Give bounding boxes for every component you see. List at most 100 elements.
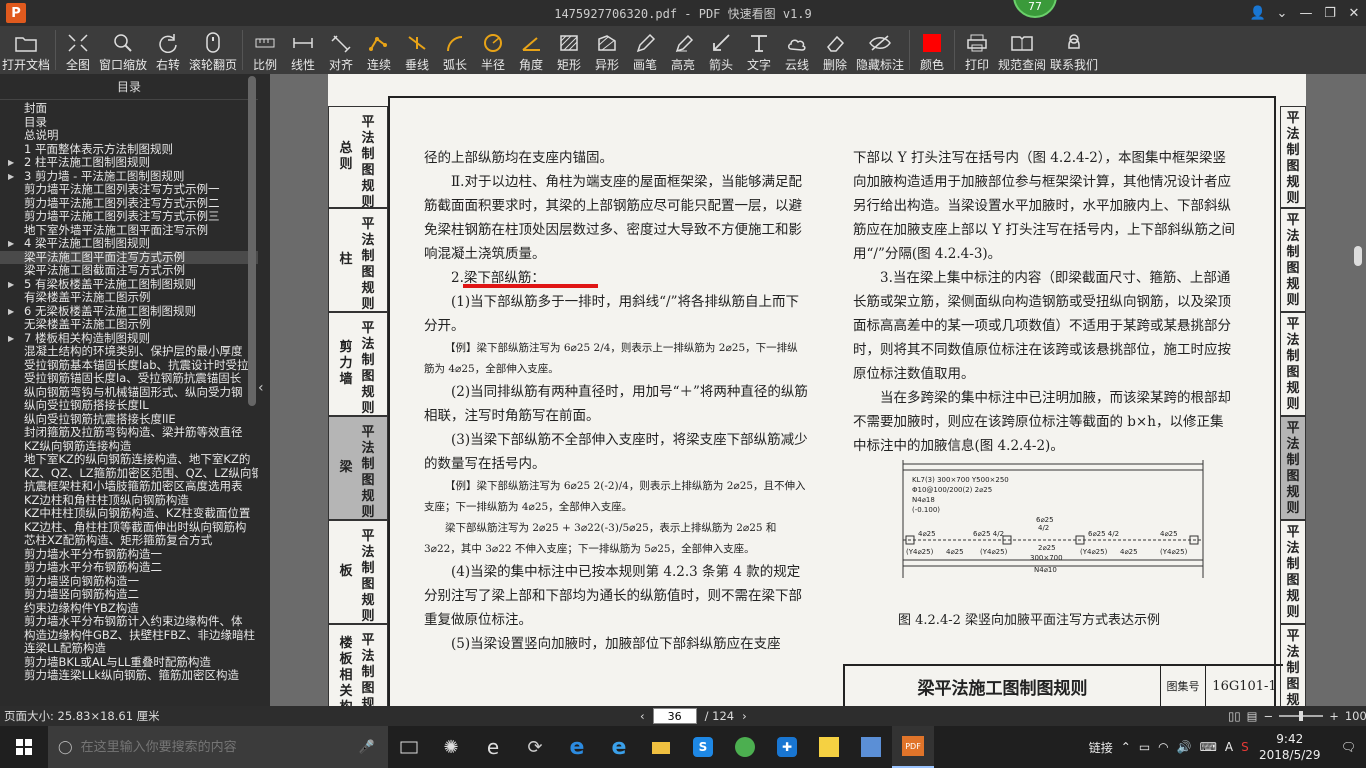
toc-item[interactable]: 剪力墙平法施工图列表注写方式示例一 — [0, 183, 258, 197]
search-input[interactable] — [80, 739, 351, 755]
toolbar-folder-button[interactable]: 打开文档 — [0, 26, 52, 74]
toc-item[interactable]: 2 柱平法施工图制图规则 — [0, 156, 258, 170]
keyboard-icon[interactable]: ⌨ — [1200, 740, 1217, 754]
file-explorer-icon[interactable] — [640, 726, 682, 768]
toc-item[interactable]: 3 剪力墙 - 平法施工图制图规则 — [0, 170, 258, 184]
minimize-button[interactable]: — — [1294, 6, 1318, 21]
ie-old-icon[interactable]: e — [472, 726, 514, 768]
links-toolbar[interactable]: 链接 — [1089, 739, 1113, 756]
toc-item[interactable]: 混凝土结构的环境类别、保护层的最小厚度 — [0, 345, 258, 359]
sogou-tray-icon[interactable]: S — [1241, 740, 1249, 754]
toolbar-perpendicular-button[interactable]: 垂线 — [398, 26, 436, 74]
toc-item[interactable]: KZ边柱、角柱柱顶等截面伸出时纵向钢筋构 — [0, 521, 258, 535]
toc-item[interactable]: 纵向受拉钢筋搭接长度lL — [0, 399, 258, 413]
toc-item[interactable]: 目录 — [0, 116, 258, 130]
internet-explorer-icon[interactable]: e — [598, 726, 640, 768]
clock[interactable]: 9:42 2018/5/29 — [1257, 731, 1323, 763]
swirl-app-icon[interactable]: ⟳ — [514, 726, 556, 768]
toolbar-text-button[interactable]: 文字 — [740, 26, 778, 74]
zoom-out-icon[interactable]: − — [1264, 709, 1274, 723]
section-tab[interactable]: 总则 平法制图规则 — [328, 106, 388, 210]
single-page-view-icon[interactable]: ▤ — [1247, 709, 1258, 723]
toc-item[interactable]: 总说明 — [0, 129, 258, 143]
zoom-in-icon[interactable]: + — [1329, 709, 1339, 723]
toc-item[interactable]: 剪力墙平法施工图列表注写方式示例三 — [0, 210, 258, 224]
toc-item[interactable]: 梁平法施工图平面注写方式示例 — [0, 250, 258, 264]
toc-item[interactable]: 构造边缘构件GBZ、扶壁柱FBZ、非边缘暗柱 — [0, 629, 258, 643]
toc-item[interactable]: 5 有梁板楼盖平法施工图制图规则 — [0, 278, 258, 292]
toc-item[interactable]: KZ、QZ、LZ箍筋加密区范围、QZ、LZ纵向钢 — [0, 467, 258, 481]
toc-item[interactable]: 地下室外墙平法施工图平面注写示例 — [0, 224, 258, 238]
user-icon[interactable]: 👤 — [1246, 6, 1270, 21]
toc-item[interactable]: 剪力墙竖向钢筋构造一 — [0, 575, 258, 589]
toc-item[interactable]: 抗震框架柱和小墙肢箍筋加密区高度选用表 — [0, 480, 258, 494]
toc-item[interactable]: 有梁楼盖平法施工图示例 — [0, 291, 258, 305]
toc-item[interactable]: KZ中柱柱顶纵向钢筋构造、KZ柱变截面位置 — [0, 507, 258, 521]
toc-item[interactable]: KZ边柱和角柱柱顶纵向钢筋构造 — [0, 494, 258, 508]
toc-item[interactable]: 剪力墙平法施工图列表注写方式示例二 — [0, 197, 258, 211]
toolbar-book-button[interactable]: 规范查阅 — [996, 26, 1048, 74]
notes-app-icon[interactable] — [808, 726, 850, 768]
toolbar-continuous-button[interactable]: 连续 — [360, 26, 398, 74]
right-section-tab[interactable]: 平法制图规则 — [1280, 208, 1306, 312]
start-button[interactable] — [0, 726, 48, 768]
toc-item[interactable]: 受拉钢筋锚固长度la、受拉钢筋抗震锚固长 — [0, 372, 258, 386]
toc-item[interactable]: 无梁楼盖平法施工图示例 — [0, 318, 258, 332]
right-section-tab[interactable]: 平法制图规则 — [1280, 106, 1306, 208]
next-page-icon[interactable]: › — [742, 709, 747, 723]
toolbar-rectangle-button[interactable]: 矩形 — [550, 26, 588, 74]
toc-item[interactable]: 封面 — [0, 102, 258, 116]
wifi-icon[interactable]: ◠ — [1158, 740, 1168, 754]
collapse-sidebar-icon[interactable]: ‹ — [258, 380, 264, 396]
toolbar-pen-button[interactable]: 画笔 — [626, 26, 664, 74]
toolbar-align-button[interactable]: 对齐 — [322, 26, 360, 74]
toolbar-eye-button[interactable]: 隐藏标注 — [854, 26, 906, 74]
sidebar-scrollbar[interactable] — [248, 76, 256, 406]
calendar-app-icon[interactable] — [850, 726, 892, 768]
tray-expand-icon[interactable]: ⌃ — [1121, 740, 1131, 754]
blue-app-icon[interactable]: ✚ — [766, 726, 808, 768]
toc-item[interactable]: 剪力墙水平分布钢筋构造二 — [0, 561, 258, 575]
toc-item[interactable]: 约束边缘构件YBZ构造 — [0, 602, 258, 616]
maximize-button[interactable]: ❐ — [1318, 6, 1342, 21]
right-section-tab[interactable]: 平法制图规则 — [1280, 520, 1306, 624]
toolbar-shape-button[interactable]: 异形 — [588, 26, 626, 74]
toolbar-support-button[interactable]: 联系我们 — [1048, 26, 1100, 74]
section-tab[interactable]: 板平法制图规则 — [328, 520, 388, 624]
toc-item[interactable]: 4 梁平法施工图制图规则 — [0, 237, 258, 251]
document-viewer[interactable]: 总则 平法制图规则柱平法制图规则 剪力墙 平法制图规则梁平法制图规则板平法制图规则 楼板… — [270, 74, 1366, 706]
task-view-icon[interactable] — [388, 726, 430, 768]
toc-item[interactable]: 连梁LL配筋构造 — [0, 642, 258, 656]
menu-chevron-icon[interactable]: ⌄ — [1270, 6, 1294, 21]
speed-badge[interactable]: 77 — [1013, 0, 1057, 18]
toolbar-mouse-button[interactable]: 滚轮翻页 — [187, 26, 239, 74]
zoom-slider[interactable] — [1279, 711, 1324, 721]
page-number-input[interactable] — [652, 708, 697, 724]
toc-item[interactable]: 剪力墙水平分布钢筋构造一 — [0, 548, 258, 562]
toc-item[interactable]: 受拉钢筋基本锚固长度lab、抗震设计时受拉 — [0, 359, 258, 373]
pinwheel-app-icon[interactable]: ✺ — [430, 726, 472, 768]
toolbar-angle-button[interactable]: 角度 — [512, 26, 550, 74]
battery-icon[interactable]: ▭ — [1139, 740, 1150, 754]
toc-item[interactable]: 地下室KZ的纵向钢筋连接构造、地下室KZ的 — [0, 453, 258, 467]
toc-item[interactable]: 剪力墙竖向钢筋构造二 — [0, 588, 258, 602]
volume-icon[interactable]: 🔊 — [1177, 740, 1192, 754]
toc-item[interactable]: 纵向钢筋弯钩与机械锚固形式、纵向受力钢 — [0, 386, 258, 400]
toc-item[interactable]: 剪力墙BKL或AL与LL重叠时配筋构造 — [0, 656, 258, 670]
toolbar-fit-button[interactable]: 全图 — [59, 26, 97, 74]
toc-item[interactable]: KZ纵向钢筋连接构造 — [0, 440, 258, 454]
section-tab[interactable]: 剪力墙 平法制图规则 — [328, 312, 388, 416]
section-tab[interactable]: 楼板相关构平法制图规则 — [328, 624, 388, 706]
right-section-tab[interactable]: 平法制图规则 — [1280, 624, 1306, 706]
taskbar-search[interactable]: ◯ 🎤 — [48, 726, 388, 768]
toc-item[interactable]: 纵向受拉钢筋抗震搭接长度llE — [0, 413, 258, 427]
toolbar-rotate-button[interactable]: 右转 — [149, 26, 187, 74]
toc-item[interactable]: 梁平法施工图截面注写方式示例 — [0, 264, 258, 278]
toolbar-scale-button[interactable]: 比例 — [246, 26, 284, 74]
toc-item[interactable]: 芯柱XZ配筋构造、矩形箍筋复合方式 — [0, 534, 258, 548]
prev-page-icon[interactable]: ‹ — [640, 709, 645, 723]
ime-indicator[interactable]: A — [1225, 740, 1233, 754]
toc-item[interactable]: 剪力墙水平分布钢筋计入约束边缘构件、体 — [0, 615, 258, 629]
toolbar-zoom-button[interactable]: 窗口缩放 — [97, 26, 149, 74]
microphone-icon[interactable]: 🎤 — [359, 740, 375, 755]
